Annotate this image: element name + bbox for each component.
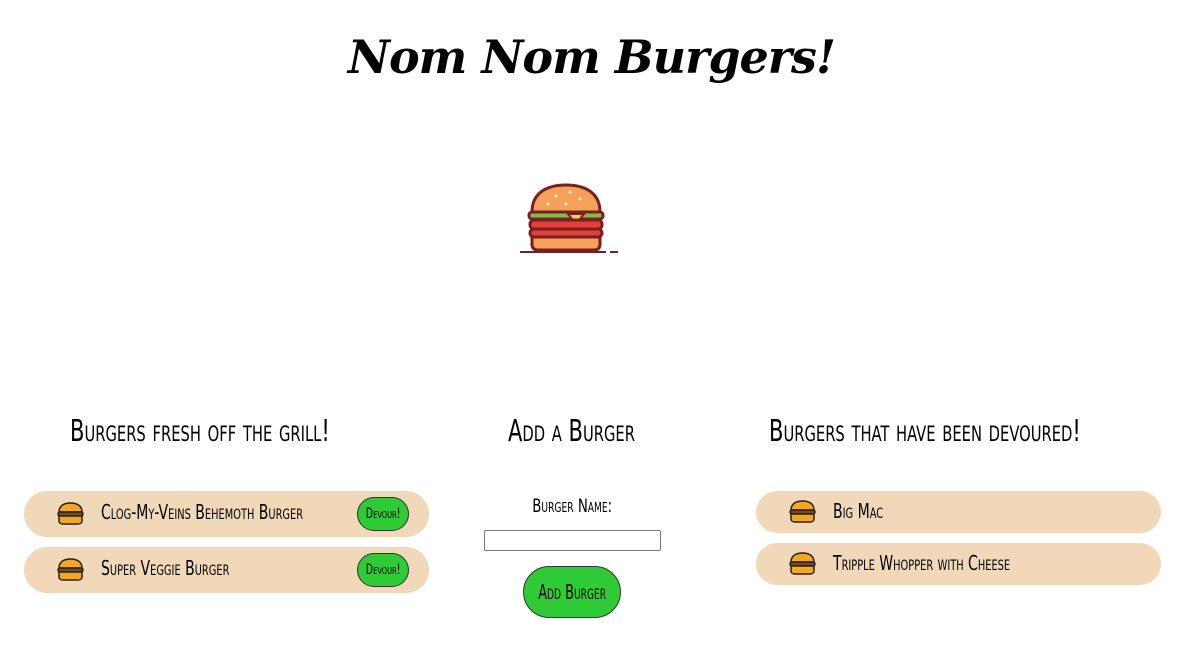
burger-name: Tripple Whopper with Cheese xyxy=(833,551,1011,575)
burger-name: Super Veggie Burger xyxy=(101,556,230,580)
burger-name: Big Mac xyxy=(833,499,884,523)
devoured-burger-list: Big Mac Tripple Whopper with Cheese xyxy=(756,491,1161,595)
burger-icon xyxy=(789,552,816,575)
burger-icon xyxy=(57,558,84,581)
devour-button[interactable]: Devour! xyxy=(357,497,409,531)
fresh-burger-item: Clog-My-Veins Behemoth Burger Devour! xyxy=(24,491,429,537)
devour-button-label: Devour! xyxy=(365,562,401,578)
devour-button[interactable]: Devour! xyxy=(357,553,409,587)
devoured-burgers-heading: Burgers that have been devoured! xyxy=(769,414,1081,449)
site-title: Nom Nom Burgers! xyxy=(347,30,836,84)
burger-name-label: Burger Name: xyxy=(484,495,661,517)
burger-name: Clog-My-Veins Behemoth Burger xyxy=(101,500,304,524)
add-burger-button-label: Add Burger xyxy=(538,580,606,604)
fresh-burgers-heading: Burgers fresh off the grill! xyxy=(70,414,330,449)
fresh-burger-list: Clog-My-Veins Behemoth Burger Devour! Su… xyxy=(24,491,429,603)
add-burger-button[interactable]: Add Burger xyxy=(523,566,621,618)
devour-button-label: Devour! xyxy=(365,506,401,522)
devoured-burger-item: Big Mac xyxy=(756,491,1161,533)
burger-icon xyxy=(57,502,84,525)
burger-icon xyxy=(789,500,816,523)
hamburger-logo-icon xyxy=(520,183,618,253)
fresh-burger-item: Super Veggie Burger Devour! xyxy=(24,547,429,593)
devoured-burger-item: Tripple Whopper with Cheese xyxy=(756,543,1161,585)
add-burger-heading: Add a Burger xyxy=(508,414,635,449)
burger-name-input[interactable] xyxy=(484,530,661,551)
burger-name-label-text: Burger Name: xyxy=(532,495,613,517)
